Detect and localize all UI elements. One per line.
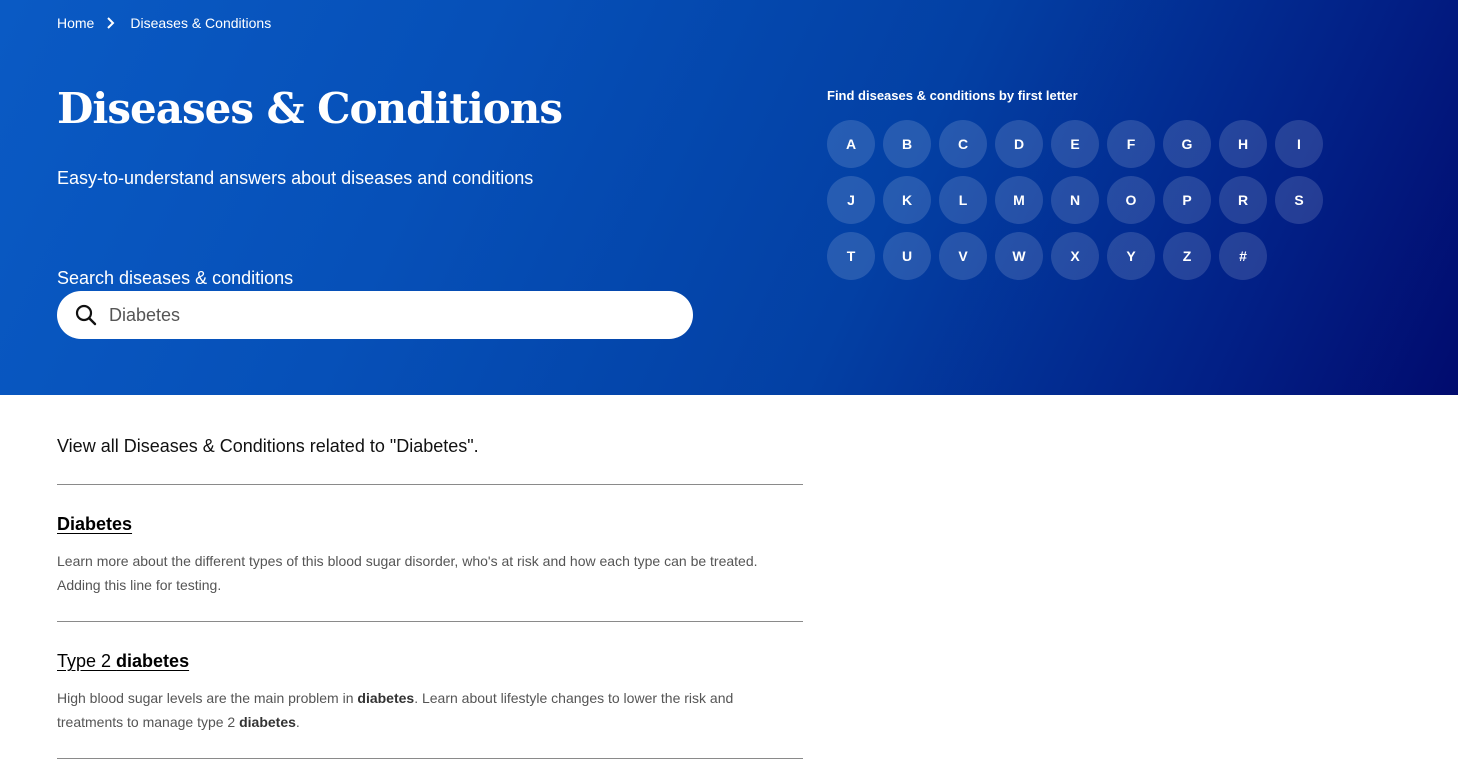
result-title-bold: Diabetes <box>57 514 133 534</box>
letter-index: A B C D E F G H I J K L M N O P R S T U V W X Y Z # <box>827 120 1323 280</box>
letter-button[interactable]: S <box>1275 176 1323 224</box>
letter-button[interactable]: M <box>995 176 1043 224</box>
page-subtitle: Easy-to-understand answers about disease… <box>57 168 534 188</box>
search-box[interactable] <box>57 291 693 339</box>
result-description: Learn more about the different types of … <box>57 549 803 597</box>
results-intro: View all Diseases & Conditions related t… <box>57 395 803 485</box>
letter-button[interactable]: A <box>827 120 875 168</box>
letter-button[interactable]: X <box>1051 232 1099 280</box>
breadcrumb-home-link[interactable]: Home <box>57 15 94 31</box>
letter-button[interactable]: K <box>883 176 931 224</box>
letter-button[interactable]: O <box>1107 176 1155 224</box>
result-desc-text: High blood sugar levels are the main pro… <box>57 690 358 706</box>
letter-button[interactable]: U <box>883 232 931 280</box>
letter-button[interactable]: Z <box>1163 232 1211 280</box>
letter-button[interactable]: G <box>1163 120 1211 168</box>
result-item: Type 2 diabetes High blood sugar levels … <box>57 622 803 759</box>
letter-button[interactable]: W <box>995 232 1043 280</box>
letter-button[interactable]: D <box>995 120 1043 168</box>
result-title-link[interactable]: Diabetes <box>57 514 132 535</box>
letter-button[interactable]: N <box>1051 176 1099 224</box>
letter-button[interactable]: J <box>827 176 875 224</box>
result-title-bold: diabetes <box>116 651 190 671</box>
search-label: Search diseases & conditions <box>57 268 294 288</box>
result-desc-text: . <box>295 714 300 730</box>
letter-button[interactable]: P <box>1163 176 1211 224</box>
search-icon <box>75 304 97 326</box>
letter-button[interactable]: T <box>827 232 875 280</box>
letter-button[interactable]: B <box>883 120 931 168</box>
search-results: View all Diseases & Conditions related t… <box>57 395 803 759</box>
result-desc-highlight: diabetes <box>357 690 415 706</box>
letter-button[interactable]: # <box>1219 232 1267 280</box>
letter-button[interactable]: E <box>1051 120 1099 168</box>
letter-button[interactable]: Y <box>1107 232 1155 280</box>
result-title-plain: Type 2 <box>57 651 117 671</box>
search-input[interactable] <box>107 303 671 327</box>
result-title-link[interactable]: Type 2 diabetes <box>57 651 189 672</box>
letter-button[interactable]: L <box>939 176 987 224</box>
letter-button[interactable]: I <box>1275 120 1323 168</box>
breadcrumb: Home Diseases & Conditions <box>57 15 271 31</box>
letter-button[interactable]: R <box>1219 176 1267 224</box>
result-desc-text: Learn more about the different types of … <box>57 553 758 593</box>
hero-banner: Home Diseases & Conditions Diseases & Co… <box>0 0 1458 395</box>
letters-heading: Find diseases & conditions by first lett… <box>827 88 1078 103</box>
letter-button[interactable]: F <box>1107 120 1155 168</box>
letter-button[interactable]: V <box>939 232 987 280</box>
letter-button[interactable]: C <box>939 120 987 168</box>
result-desc-highlight: diabetes <box>239 714 296 730</box>
letter-button[interactable]: H <box>1219 120 1267 168</box>
page-title: Diseases & Conditions <box>57 84 563 133</box>
breadcrumb-current-link[interactable]: Diseases & Conditions <box>130 15 271 31</box>
result-item: Diabetes Learn more about the different … <box>57 485 803 622</box>
chevron-right-icon <box>107 17 115 29</box>
result-description: High blood sugar levels are the main pro… <box>57 686 803 734</box>
